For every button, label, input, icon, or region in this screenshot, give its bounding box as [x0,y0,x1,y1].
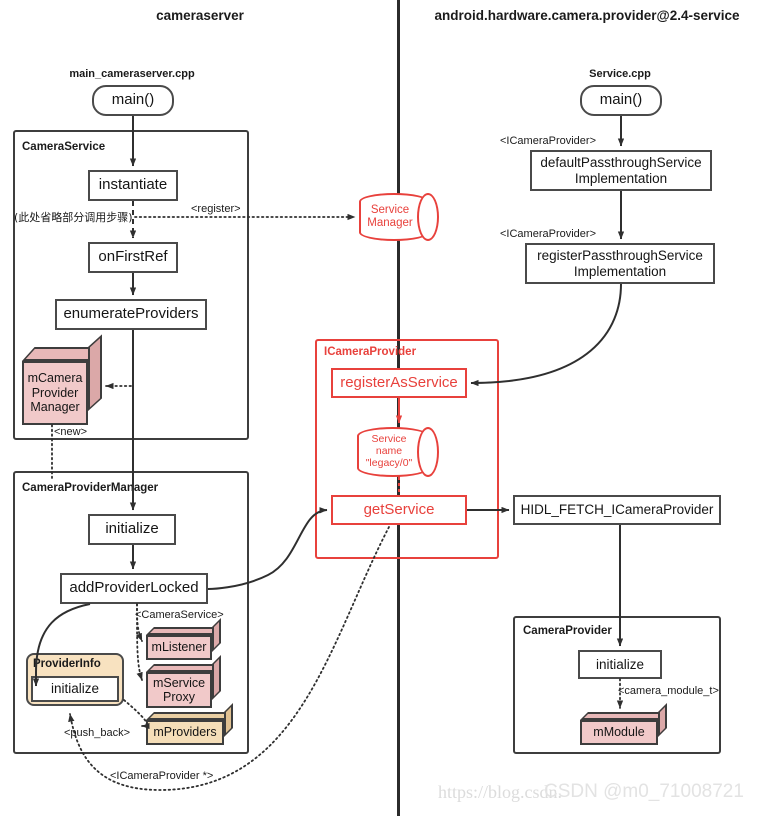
component-m-camera-provider-manager[interactable]: mCamera Provider Manager [22,334,102,425]
component-label: mCamera Provider Manager [27,371,83,415]
cube-top-face [146,664,220,672]
node-register-as-service[interactable]: registerAsService [331,368,467,398]
edge-label-push-back: <push_back> [64,727,131,739]
node-add-provider-locked[interactable]: addProviderLocked [60,573,208,604]
file-title-service-cpp: Service.cpp [589,68,651,80]
group-icamera-provider-label: ICameraProvider [324,346,417,358]
component-m-providers[interactable]: mProviders [146,703,236,745]
node-main-left[interactable]: main() [92,85,174,116]
node-cp-initialize[interactable]: initialize [578,650,662,679]
component-m-service-proxy[interactable]: mService Proxy [146,655,224,708]
edge-label-icameraprovider-2: <ICameraProvider> [500,228,596,240]
component-m-listener[interactable]: mListener [146,618,224,660]
node-cpm-initialize[interactable]: initialize [88,514,176,545]
node-main-right[interactable]: main() [580,85,662,116]
cube-top-face [580,712,666,720]
node-label: registerPassthroughService Implementatio… [537,248,703,279]
edge-label-new: <new> [54,426,88,438]
node-register-passthrough-service-implementation[interactable]: registerPassthroughService Implementatio… [525,243,715,284]
node-instantiate[interactable]: instantiate [88,170,178,201]
group-camera-provider-label: CameraProvider [523,625,612,637]
node-get-service[interactable]: getService [331,495,467,525]
cylinder-label: Service Manager [367,204,413,229]
cube-side-face [88,334,102,411]
component-label: mModule [593,725,645,740]
cube-front-face: mService Proxy [146,672,212,708]
cylinder-label: Service name "legacy/0" [365,433,413,469]
edge-label-icameraprovider-1: <ICameraProvider> [500,135,596,147]
column-title-cameraserver: cameraserver [156,8,244,23]
cube-top-face [146,627,220,635]
node-label: defaultPassthroughService Implementation [540,155,702,186]
node-hidl-fetch-icameraprovider[interactable]: HIDL_FETCH_ICameraProvider [513,495,721,525]
watermark-csdn-tag: CSDN @m0_71008721 [544,781,744,802]
node-on-first-ref[interactable]: onFirstRef [88,242,178,273]
edge-label-icameraprovider-pointer: <ICameraProvider *> [110,770,214,782]
edge-label-camera-service: <CameraService> [135,609,224,621]
edge-label-camera-module-t: <camera_module_t> [618,685,719,697]
edge-label-register: <register> [191,203,241,215]
cube-top-face [146,712,232,720]
cylinder-service-name[interactable]: Service name "legacy/0" [357,427,441,477]
node-enumerate-providers[interactable]: enumerateProviders [55,299,207,330]
edge-label-omitted-steps: (此处省略部分调用步骤) [14,211,133,224]
component-label: mListener [151,640,207,655]
diagram-canvas: cameraserver android.hardware.camera.pro… [0,0,772,816]
cube-front-face: mProviders [146,720,224,745]
cube-front-face: mCamera Provider Manager [22,361,88,425]
node-provider-info-initialize[interactable]: initialize [31,676,119,702]
cube-front-face: mModule [580,720,658,745]
cube-front-face: mListener [146,635,212,660]
node-default-passthrough-service-implementation[interactable]: defaultPassthroughService Implementation [530,150,712,191]
group-camera-provider-manager-label: CameraProviderManager [22,482,159,494]
file-title-main-cameraserver-cpp: main_cameraserver.cpp [69,68,195,80]
column-title-provider-service: android.hardware.camera.provider@2.4-ser… [434,8,740,23]
cylinder-service-manager[interactable]: Service Manager [359,193,439,241]
group-provider-info-label: ProviderInfo [33,658,101,670]
watermark-url: https://blog.csdn. [438,782,563,802]
component-m-module[interactable]: mModule [580,703,670,745]
cube-side-face [212,655,221,700]
component-label: mProviders [153,725,217,740]
group-camera-service-label: CameraService [22,141,106,153]
component-label: mService Proxy [152,675,206,704]
